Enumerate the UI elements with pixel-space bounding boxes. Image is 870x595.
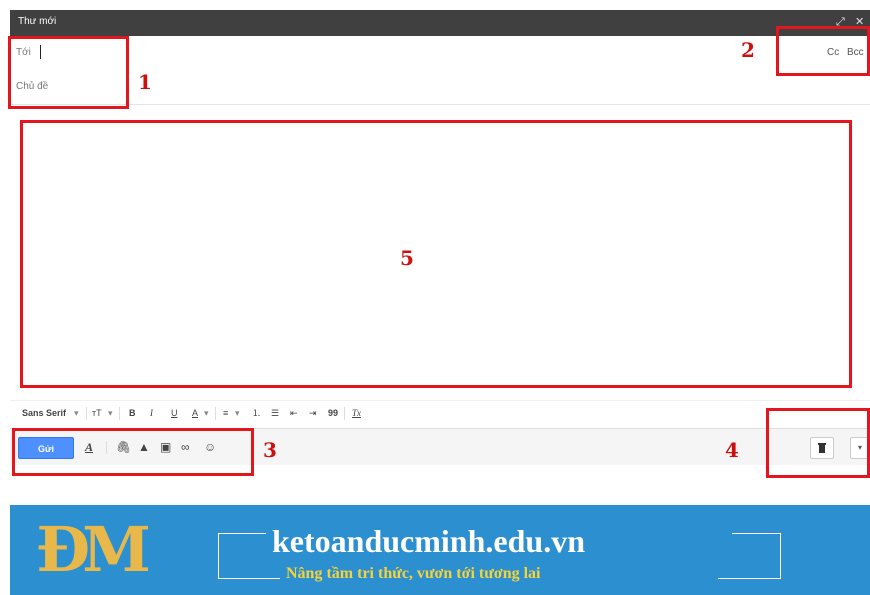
banner-frame-line [218,533,219,579]
site-url: ketoanducminh.edu.vn [272,523,585,559]
bulleted-list-icon[interactable]: ☰ [271,407,279,419]
toolbar-divider [215,407,216,420]
annotation-number-5: 5 [400,246,414,270]
banner-frame-line [218,533,266,534]
font-size-icon[interactable]: тT [92,407,102,419]
font-family-select[interactable]: Sans Serif [22,407,66,419]
banner-frame-line [732,533,780,534]
brand-logo: ĐM [36,513,151,586]
toolbar-divider [86,407,87,420]
annotation-number-1: 1 [138,70,152,94]
underline-icon[interactable]: U [171,407,178,419]
chevron-down-icon[interactable]: ▾ [74,407,79,419]
compose-title: Thư mới [18,16,57,27]
toolbar-divider [119,407,120,420]
toolbar-divider [344,407,345,420]
site-tagline: Nâng tầm tri thức, vươn tới tương lai [286,565,541,582]
italic-icon[interactable]: I [150,407,153,419]
annotation-box-4 [766,408,870,478]
bold-icon[interactable]: B [129,407,136,419]
quote-icon[interactable]: 99 [328,407,338,419]
banner-frame-line [218,578,280,579]
banner-frame-line [780,533,781,579]
clear-formatting-icon[interactable]: Tx [352,407,361,419]
chevron-down-icon[interactable]: ▾ [204,407,209,419]
align-icon[interactable]: ≡ [223,407,228,419]
formatting-toolbar: Sans Serif ▾ тT ▾ B I U A ▾ ≡ ▾ ⒈ ☰ ⇤ ⇥ … [10,400,870,427]
banner-frame-line [718,578,780,579]
compose-title-bar: Thư mới _ ⤢ ✕ [10,10,870,36]
annotation-number-4: 4 [725,438,739,462]
indent-less-icon[interactable]: ⇤ [290,407,298,419]
annotation-box-5 [20,120,852,388]
chevron-down-icon[interactable]: ▾ [235,407,240,419]
annotation-box-3 [12,428,254,476]
chevron-down-icon[interactable]: ▾ [108,407,113,419]
annotation-number-2: 2 [741,38,755,62]
annotation-box-1 [8,36,129,109]
numbered-list-icon[interactable]: ⒈ [252,407,261,419]
indent-more-icon[interactable]: ⇥ [309,407,317,419]
brand-banner: ĐM ketoanducminh.edu.vn Nâng tầm tri thứ… [10,505,870,595]
annotation-number-3: 3 [263,438,277,462]
text-color-icon[interactable]: A [192,407,198,419]
annotation-box-2 [776,26,870,76]
